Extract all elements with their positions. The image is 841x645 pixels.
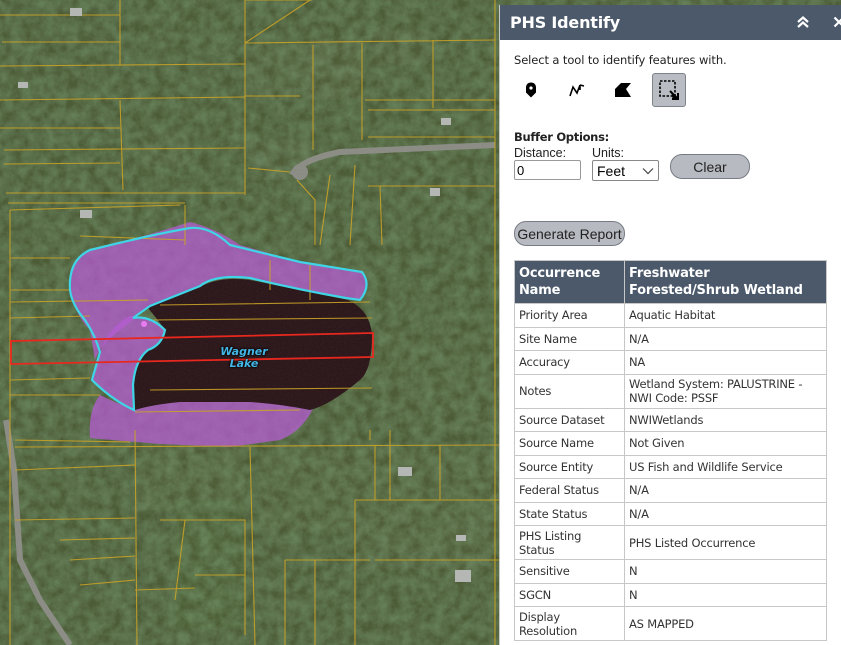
field-value: N bbox=[624, 559, 827, 584]
panel-header: PHS Identify bbox=[500, 5, 841, 40]
field-value: NWIWetlands bbox=[624, 407, 827, 432]
table-row: Source Dataset NWIWetlands bbox=[514, 407, 827, 432]
identify-tools bbox=[514, 72, 841, 108]
field-value: Wetland System: PALUSTRINE - NWI Code: P… bbox=[624, 373, 827, 409]
field-name: State Status bbox=[514, 501, 625, 526]
table-row: Source Name Not Given bbox=[514, 431, 827, 456]
field-name: PHS Listing Status bbox=[514, 525, 625, 560]
table-row: Display Resolution AS MAPPED bbox=[514, 606, 827, 641]
attribute-table: Occurrence Name Freshwater Forested/Shru… bbox=[514, 260, 827, 641]
field-value: N/A bbox=[624, 326, 827, 351]
table-row: Site Name N/A bbox=[514, 326, 827, 351]
attribute-table-body: Priority Area Aquatic Habitat Site Name N/A… bbox=[514, 303, 827, 641]
field-name: Site Name bbox=[514, 326, 625, 351]
field-value: US Fish and Wildlife Service bbox=[624, 454, 827, 479]
generate-report-button[interactable]: Generate Report bbox=[514, 221, 625, 246]
header-field-value: Freshwater Forested/Shrub Wetland bbox=[624, 260, 827, 304]
polygon-icon bbox=[615, 83, 631, 97]
table-row: State Status N/A bbox=[514, 501, 827, 526]
phs-identify-panel: PHS Identify Select a tool to identify f… bbox=[499, 5, 841, 645]
table-row: Accuracy NA bbox=[514, 350, 827, 375]
distance-group: Distance: bbox=[514, 146, 592, 181]
clear-button[interactable]: Clear bbox=[670, 154, 750, 179]
buffer-options-title: Buffer Options: bbox=[514, 130, 609, 144]
table-row: Sensitive N bbox=[514, 559, 827, 584]
field-name: Accuracy bbox=[514, 350, 625, 375]
field-value: Not Given bbox=[624, 431, 827, 456]
units-selected-value: Feet bbox=[597, 162, 626, 179]
distance-input[interactable] bbox=[514, 160, 581, 180]
header-field-name: Occurrence Name bbox=[514, 260, 625, 304]
lake-label: Wagner Lake bbox=[212, 346, 276, 370]
table-row: SGCN N bbox=[514, 582, 827, 607]
polygon-tool-button[interactable] bbox=[606, 73, 640, 107]
units-group: Units: Feet bbox=[592, 146, 670, 181]
field-name: Priority Area bbox=[514, 303, 625, 328]
collapse-icon bbox=[797, 16, 809, 28]
field-value: N bbox=[624, 582, 827, 607]
table-header-row: Occurrence Name Freshwater Forested/Shru… bbox=[514, 260, 827, 304]
table-row: Federal Status N/A bbox=[514, 478, 827, 503]
point-tool-button[interactable] bbox=[514, 73, 548, 107]
collapse-button[interactable] bbox=[794, 13, 812, 31]
field-value: AS MAPPED bbox=[624, 606, 827, 641]
field-value: N/A bbox=[624, 478, 827, 503]
polyline-icon bbox=[569, 84, 585, 97]
polyline-tool-button[interactable] bbox=[560, 73, 594, 107]
field-value: PHS Listed Occurrence bbox=[624, 525, 827, 560]
table-row: Priority Area Aquatic Habitat bbox=[514, 303, 827, 328]
tool-instruction: Select a tool to identify features with. bbox=[514, 53, 727, 67]
field-name: Source Name bbox=[514, 431, 625, 456]
field-name: SGCN bbox=[514, 582, 625, 607]
units-select[interactable]: Feet bbox=[592, 160, 659, 181]
buffer-options-row: Distance: Units: Feet Clear bbox=[514, 146, 841, 181]
field-name: Sensitive bbox=[514, 559, 625, 584]
field-name: Source Dataset bbox=[514, 407, 625, 432]
table-row: Source Entity US Fish and Wildlife Servic… bbox=[514, 454, 827, 479]
distance-label: Distance: bbox=[514, 146, 567, 160]
table-row: Notes Wetland System: PALUSTRINE - NWI Co… bbox=[514, 373, 827, 409]
chevron-down-icon bbox=[642, 167, 654, 174]
field-value: Aquatic Habitat bbox=[624, 303, 827, 328]
field-name: Display Resolution bbox=[514, 606, 625, 641]
map-pin-icon bbox=[526, 82, 536, 98]
identify-point bbox=[141, 321, 147, 327]
rectangle-select-icon bbox=[659, 80, 679, 100]
close-button[interactable] bbox=[830, 13, 841, 31]
panel-body: Select a tool to identify features with. bbox=[500, 53, 841, 641]
field-value: NA bbox=[624, 350, 827, 375]
field-value: N/A bbox=[624, 501, 827, 526]
units-label: Units: bbox=[592, 146, 624, 160]
lake-label-text: Wagner Lake bbox=[220, 345, 268, 370]
close-icon bbox=[833, 16, 841, 28]
rectangle-tool-button[interactable] bbox=[652, 73, 686, 107]
panel-title: PHS Identify bbox=[510, 13, 620, 32]
table-row: PHS Listing Status PHS Listed Occurrence bbox=[514, 525, 827, 560]
field-name: Notes bbox=[514, 373, 625, 409]
field-name: Federal Status bbox=[514, 478, 625, 503]
field-name: Source Entity bbox=[514, 454, 625, 479]
